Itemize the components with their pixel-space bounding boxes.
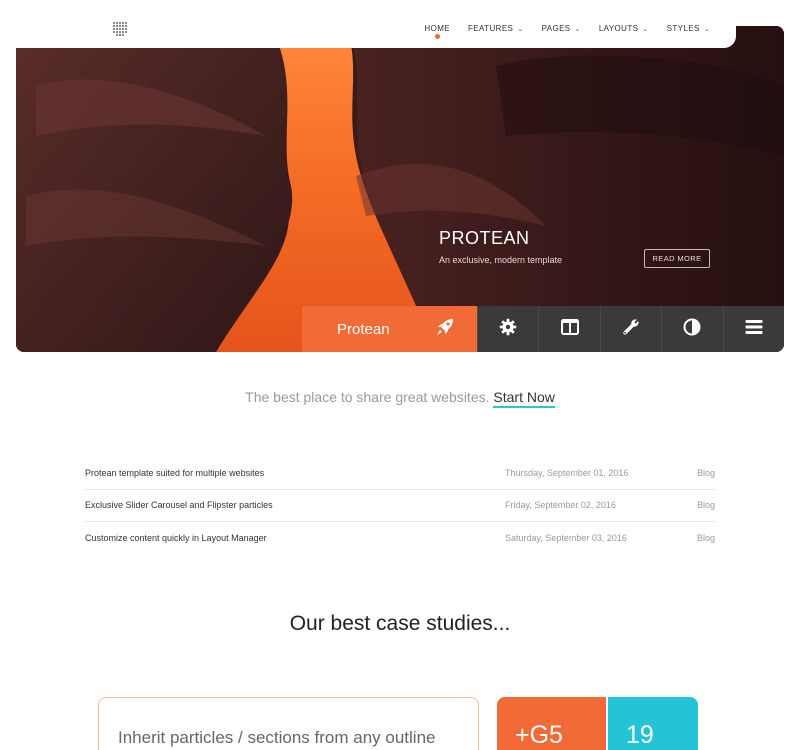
nav-item-label: FEATURES [468, 24, 514, 33]
hero-background-image [16, 26, 784, 352]
blog-post-title[interactable]: Exclusive Slider Carousel and Flipster p… [85, 500, 505, 510]
menu-button[interactable] [722, 306, 784, 352]
hero-slider: PROTEAN An exclusive, modern template RE… [16, 26, 784, 352]
list-item: Exclusive Slider Carousel and Flipster p… [85, 490, 715, 522]
logo-icon[interactable] [112, 21, 128, 37]
tile-label: 19 [626, 721, 654, 749]
chevron-down-icon: ⌄ [574, 26, 581, 33]
nav-item-pages[interactable]: PAGES ⌄ [542, 0, 581, 33]
feature-card-text: Inherit particles / sections from any ou… [118, 728, 436, 747]
nav-item-label: LAYOUTS [598, 24, 639, 33]
start-now-link[interactable]: Start Now [493, 389, 555, 408]
case-study-tile-19[interactable]: 19 [608, 697, 698, 750]
nav-item-layouts[interactable]: LAYOUTS ⌄ [599, 0, 649, 33]
hero-toolbar: Protean [302, 306, 784, 352]
read-more-button[interactable]: READ MORE [644, 249, 710, 268]
case-study-tile-g5[interactable]: +G5 [497, 697, 606, 750]
feature-card: Inherit particles / sections from any ou… [98, 697, 479, 750]
tools-button[interactable] [599, 306, 662, 352]
rocket-icon [435, 317, 455, 341]
chevron-down-icon: ⌄ [642, 26, 649, 33]
blog-post-date: Saturday, September 03, 2016 [505, 533, 627, 544]
toolbar-brand-button[interactable]: Protean [302, 306, 477, 352]
nav-item-features[interactable]: FEATURES ⌄ [468, 0, 524, 33]
list-item: Customize content quickly in Layout Mana… [85, 522, 715, 555]
blog-post-date: Friday, September 02, 2016 [505, 500, 616, 511]
blog-post-category[interactable]: Blog [689, 468, 715, 478]
wrench-icon [622, 318, 640, 341]
blog-post-title[interactable]: Customize content quickly in Layout Mana… [85, 533, 505, 543]
case-studies-title: Our best case studies... [289, 612, 511, 635]
nav-item-label: STYLES [666, 24, 700, 33]
nav-item-label: PAGES [541, 24, 571, 33]
hero-title: PROTEAN [439, 228, 530, 248]
nav-item-styles[interactable]: STYLES ⌄ [667, 0, 710, 33]
columns-icon [560, 318, 579, 340]
toolbar-brand-label: Protean [337, 320, 390, 338]
tagline: The best place to share great websites. … [0, 389, 800, 408]
layout-columns-button[interactable] [538, 306, 600, 352]
blog-post-title[interactable]: Protean template suited for multiple web… [85, 468, 505, 478]
contrast-icon [683, 318, 701, 341]
blog-post-category[interactable]: Blog [689, 500, 715, 510]
nav-item-home[interactable]: HOME [424, 0, 451, 39]
settings-button[interactable] [477, 306, 539, 352]
nav-item-label: HOME [424, 24, 451, 33]
blog-post-date: Thursday, September 01, 2016 [505, 467, 629, 478]
site-header: HOME FEATURES ⌄ PAGES ⌄ LAYOUTS ⌄ STYLES ⌄ [16, 0, 736, 48]
chevron-down-icon: ⌄ [703, 26, 710, 33]
chevron-down-icon: ⌄ [517, 26, 524, 33]
hero-subtitle: An exclusive, modern template [439, 255, 563, 265]
blog-list: Protean template suited for multiple web… [85, 457, 715, 555]
menu-icon [745, 319, 763, 340]
list-item: Protean template suited for multiple web… [85, 457, 715, 490]
tagline-text: The best place to share great websites. [245, 389, 490, 405]
tile-label: +G5 [515, 721, 563, 749]
blog-post-category[interactable]: Blog [689, 533, 715, 543]
contrast-button[interactable] [661, 306, 723, 352]
main-nav: HOME FEATURES ⌄ PAGES ⌄ LAYOUTS ⌄ STYLES ⌄ [406, 0, 710, 48]
gear-icon [499, 318, 517, 341]
